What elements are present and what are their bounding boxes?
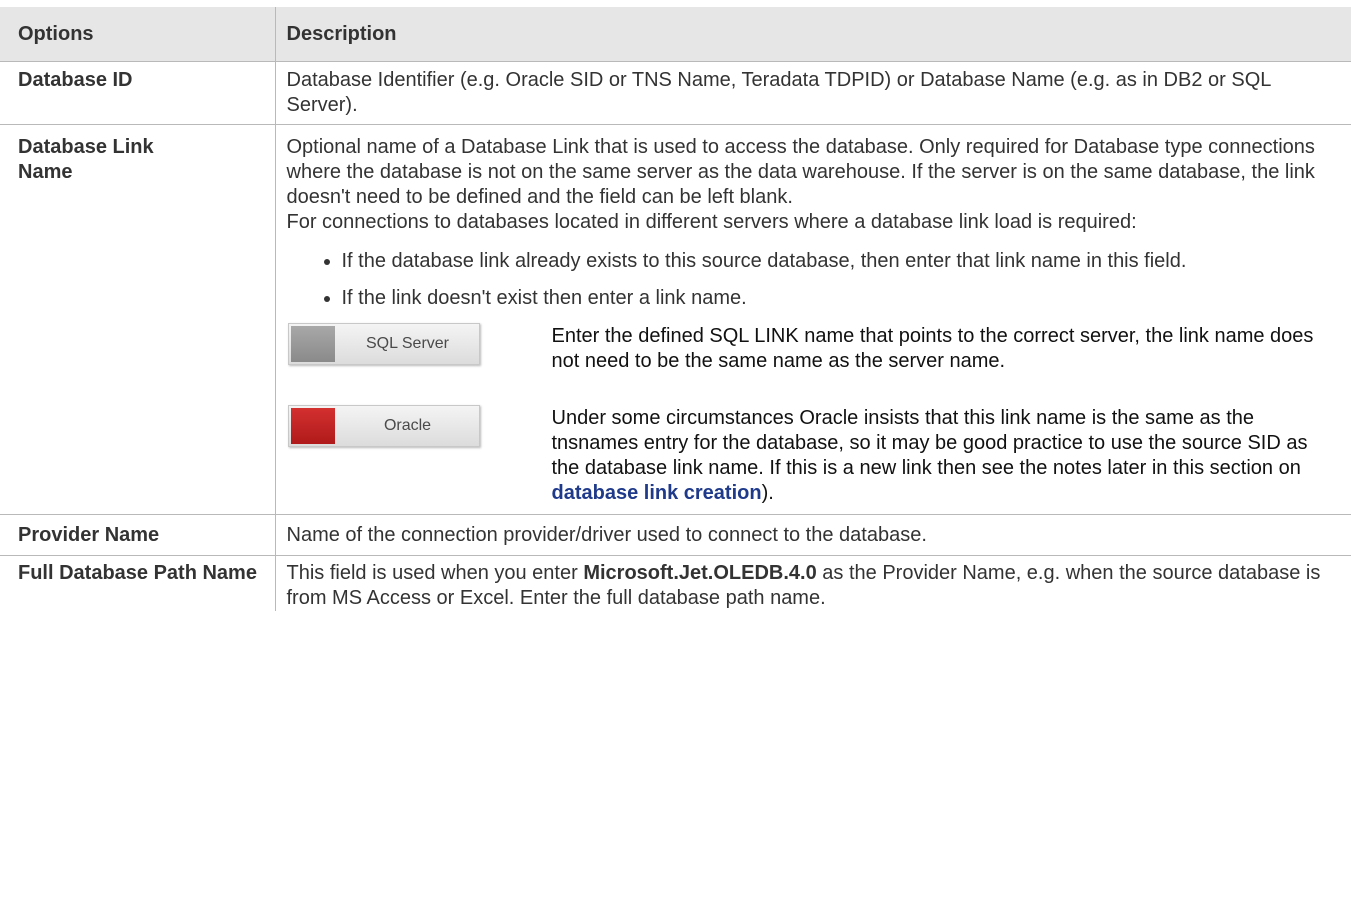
header-description: Description <box>274 7 1351 62</box>
bullet-list: If the database link already exists to t… <box>287 249 1331 311</box>
oracle-note: Oracle Under some circumstances Oracle i… <box>287 405 1331 506</box>
oracle-note-body: Under some circumstances Oracle insists … <box>551 407 1308 479</box>
table-row-database-link-name: Database Link Name Optional name of a Da… <box>0 124 1351 515</box>
oracle-badge-wrap: Oracle <box>287 405 552 447</box>
sql-server-note-text: Enter the defined SQL LINK name that poi… <box>551 325 1314 372</box>
bullet-item: If the database link already exists to t… <box>342 249 1331 274</box>
bullet-item: If the link doesn't exist then enter a l… <box>342 286 1331 311</box>
description-full-database-path-name: This field is used when you enter Micros… <box>274 555 1351 611</box>
provider-value: Microsoft.Jet.OLEDB.4.0 <box>583 562 817 584</box>
option-label-full-database-path-name: Full Database Path Name <box>0 555 276 611</box>
table-header-row: Options Description <box>0 7 1351 62</box>
table-row-full-database-path-name: Full Database Path Name This field is us… <box>0 555 1351 611</box>
oracle-swatch <box>290 408 335 444</box>
option-label-database-id: Database ID <box>0 61 276 125</box>
description-database-link-name: Optional name of a Database Link that is… <box>274 124 1351 515</box>
sql-server-badge-label: SQL Server <box>366 335 449 352</box>
description-database-id: Database Identifier (e.g. Oracle SID or … <box>274 61 1351 125</box>
oracle-badge-icon: Oracle <box>287 405 480 447</box>
table-row-provider-name: Provider Name Name of the connection pro… <box>0 514 1351 556</box>
table-row-database-id: Database ID Database Identifier (e.g. Or… <box>0 61 1351 125</box>
options-table: Options Description Database ID Database… <box>0 7 1351 611</box>
sql-server-badge-wrap: SQL Server <box>287 323 552 365</box>
oracle-note-text: Under some circumstances Oracle insists … <box>552 405 1331 506</box>
path-text-before: This field is used when you enter <box>286 562 584 584</box>
sql-server-badge-icon: SQL Server <box>287 323 480 365</box>
description-provider-name: Name of the connection provider/driver u… <box>274 514 1351 556</box>
header-options: Options <box>0 7 276 62</box>
oracle-badge-label: Oracle <box>383 417 432 434</box>
option-label-database-link-name: Database Link Name <box>0 124 276 515</box>
description-paragraph: Optional name of a Database Link that is… <box>286 136 1315 208</box>
option-label-provider-name: Provider Name <box>0 514 276 556</box>
description-paragraph: For connections to databases located in … <box>286 211 1137 233</box>
database-link-creation-link[interactable]: database link creation <box>552 482 762 504</box>
oracle-note-suffix: ). <box>761 482 774 504</box>
sql-server-swatch <box>290 326 335 362</box>
sql-server-note: SQL Server Enter the defined SQL LINK na… <box>287 323 1331 374</box>
